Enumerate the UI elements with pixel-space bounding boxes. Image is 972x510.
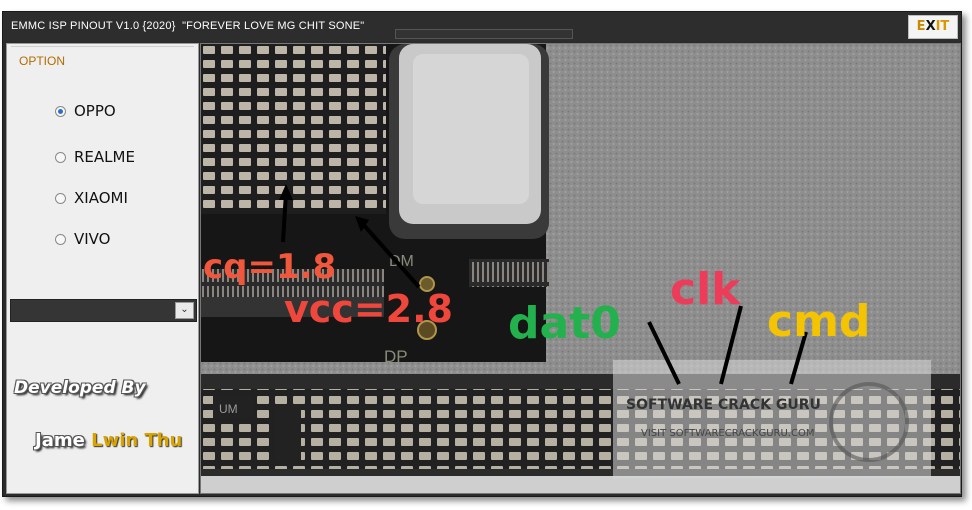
option-group-label: OPTION <box>19 54 66 68</box>
developer-first-name: Jame <box>35 430 85 451</box>
radio-xiaomi[interactable]: XIAOMI <box>55 187 128 209</box>
component-pads <box>201 44 386 214</box>
radio-oppo-label: OPPO <box>74 102 116 120</box>
model-dropdown[interactable]: ⌄ <box>10 299 197 322</box>
chevron-down-icon[interactable]: ⌄ <box>175 302 194 319</box>
dp-marker: DP <box>384 347 408 366</box>
watermark-url: VISIT SOFTWARECRACKGURU.COM <box>641 428 814 439</box>
um-marker: UM <box>219 402 238 416</box>
option-group: OPTION OPPO REALME XIAOMI VIVO <box>11 46 194 287</box>
window-title: EMMC ISP PINOUT V1.0 {2020} "FOREVER LOV… <box>11 20 365 32</box>
exit-label-part1: E <box>916 19 926 34</box>
pinout-image: DM DP UM SOFTWARE CRACK GURU VISIT SOFTW… <box>200 43 961 494</box>
developer-name: Jame Lwin Thu <box>35 430 182 451</box>
option-panel: OPTION OPPO REALME XIAOMI VIVO ⌄ Develop… <box>6 43 199 494</box>
exit-label-part3: IT <box>935 19 950 34</box>
developer-last-name: Lwin Thu <box>91 430 183 451</box>
vccq-label: cq=1.8 <box>203 247 336 287</box>
dat0-label: dat0 <box>508 298 621 349</box>
radio-vivo-indicator[interactable] <box>55 233 66 245</box>
watermark-panel <box>613 360 931 478</box>
connector-right <box>469 259 549 287</box>
title-bar: EMMC ISP PINOUT V1.0 {2020} "FOREVER LOV… <box>3 12 961 41</box>
radio-realme-indicator[interactable] <box>55 151 66 163</box>
radio-realme[interactable]: REALME <box>55 146 135 168</box>
radio-vivo-label: VIVO <box>74 230 111 248</box>
app-window: EMMC ISP PINOUT V1.0 {2020} "FOREVER LOV… <box>2 11 962 497</box>
radio-xiaomi-indicator[interactable] <box>55 192 66 204</box>
radio-xiaomi-label: XIAOMI <box>74 189 128 207</box>
developed-by-label: Developed By <box>14 378 146 398</box>
clk-label: clk <box>670 264 742 315</box>
radio-oppo-indicator[interactable] <box>55 105 66 117</box>
radio-vivo[interactable]: VIVO <box>55 228 111 250</box>
pcb-photo: DM DP UM SOFTWARE CRACK GURU VISIT SOFTW… <box>201 44 960 493</box>
title-decoration <box>395 29 573 39</box>
radio-oppo[interactable]: OPPO <box>55 100 116 122</box>
exit-label-part2: X <box>925 19 936 34</box>
radio-realme-label: REALME <box>74 148 135 166</box>
cmd-label: cmd <box>767 296 870 347</box>
exit-button[interactable]: EXIT <box>908 15 958 39</box>
watermark-title: SOFTWARE CRACK GURU <box>626 397 821 413</box>
vcc-label: vcc=2.8 <box>284 287 453 331</box>
